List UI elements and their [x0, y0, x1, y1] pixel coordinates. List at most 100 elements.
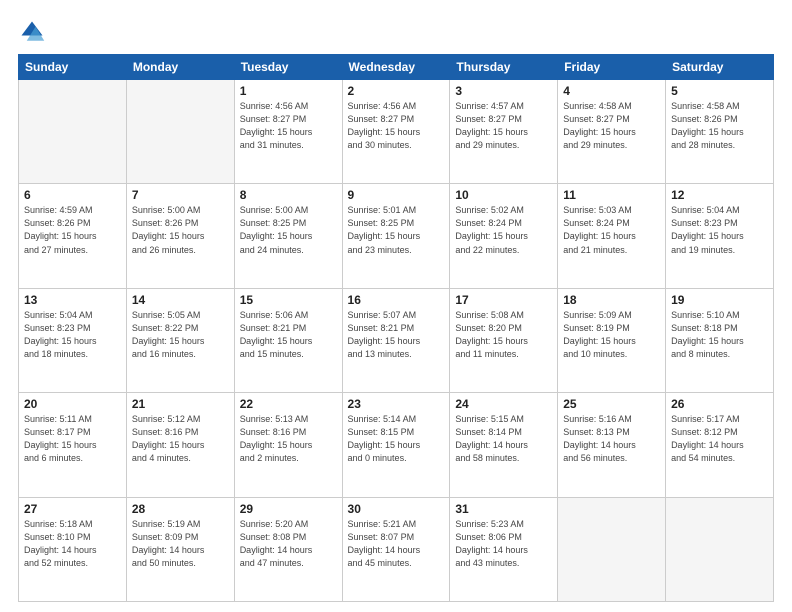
- day-number: 4: [563, 84, 660, 98]
- day-info: Sunrise: 5:01 AM Sunset: 8:25 PM Dayligh…: [348, 204, 445, 256]
- day-number: 10: [455, 188, 552, 202]
- day-info: Sunrise: 5:18 AM Sunset: 8:10 PM Dayligh…: [24, 518, 121, 570]
- day-number: 29: [240, 502, 337, 516]
- calendar-cell: 6 Sunrise: 4:59 AM Sunset: 8:26 PM Daylig…: [19, 184, 127, 288]
- day-number: 1: [240, 84, 337, 98]
- day-number: 14: [132, 293, 229, 307]
- day-number: 22: [240, 397, 337, 411]
- weekday-header-saturday: Saturday: [666, 55, 774, 80]
- day-info: Sunrise: 5:11 AM Sunset: 8:17 PM Dayligh…: [24, 413, 121, 465]
- calendar-cell: 7 Sunrise: 5:00 AM Sunset: 8:26 PM Daylig…: [126, 184, 234, 288]
- day-info: Sunrise: 5:04 AM Sunset: 8:23 PM Dayligh…: [671, 204, 768, 256]
- weekday-header-thursday: Thursday: [450, 55, 558, 80]
- day-number: 5: [671, 84, 768, 98]
- day-info: Sunrise: 5:05 AM Sunset: 8:22 PM Dayligh…: [132, 309, 229, 361]
- day-number: 11: [563, 188, 660, 202]
- calendar-cell: 21 Sunrise: 5:12 AM Sunset: 8:16 PM Dayli…: [126, 393, 234, 497]
- day-number: 15: [240, 293, 337, 307]
- day-number: 6: [24, 188, 121, 202]
- header: [18, 18, 774, 46]
- day-info: Sunrise: 5:00 AM Sunset: 8:26 PM Dayligh…: [132, 204, 229, 256]
- calendar-cell: 11 Sunrise: 5:03 AM Sunset: 8:24 PM Dayli…: [558, 184, 666, 288]
- day-number: 24: [455, 397, 552, 411]
- weekday-header-wednesday: Wednesday: [342, 55, 450, 80]
- weekday-header-monday: Monday: [126, 55, 234, 80]
- day-info: Sunrise: 4:57 AM Sunset: 8:27 PM Dayligh…: [455, 100, 552, 152]
- weekday-header-row: SundayMondayTuesdayWednesdayThursdayFrid…: [19, 55, 774, 80]
- day-info: Sunrise: 4:59 AM Sunset: 8:26 PM Dayligh…: [24, 204, 121, 256]
- day-number: 31: [455, 502, 552, 516]
- day-number: 16: [348, 293, 445, 307]
- day-number: 19: [671, 293, 768, 307]
- weekday-header-sunday: Sunday: [19, 55, 127, 80]
- day-info: Sunrise: 5:00 AM Sunset: 8:25 PM Dayligh…: [240, 204, 337, 256]
- day-info: Sunrise: 4:58 AM Sunset: 8:26 PM Dayligh…: [671, 100, 768, 152]
- day-number: 9: [348, 188, 445, 202]
- day-info: Sunrise: 5:10 AM Sunset: 8:18 PM Dayligh…: [671, 309, 768, 361]
- calendar-cell: 14 Sunrise: 5:05 AM Sunset: 8:22 PM Dayli…: [126, 288, 234, 392]
- weekday-header-tuesday: Tuesday: [234, 55, 342, 80]
- calendar-week-2: 6 Sunrise: 4:59 AM Sunset: 8:26 PM Daylig…: [19, 184, 774, 288]
- weekday-header-friday: Friday: [558, 55, 666, 80]
- calendar-week-1: 1 Sunrise: 4:56 AM Sunset: 8:27 PM Daylig…: [19, 80, 774, 184]
- day-number: 7: [132, 188, 229, 202]
- day-info: Sunrise: 5:06 AM Sunset: 8:21 PM Dayligh…: [240, 309, 337, 361]
- calendar-cell: 27 Sunrise: 5:18 AM Sunset: 8:10 PM Dayli…: [19, 497, 127, 601]
- day-number: 18: [563, 293, 660, 307]
- day-info: Sunrise: 5:07 AM Sunset: 8:21 PM Dayligh…: [348, 309, 445, 361]
- calendar-cell: 16 Sunrise: 5:07 AM Sunset: 8:21 PM Dayli…: [342, 288, 450, 392]
- day-info: Sunrise: 5:16 AM Sunset: 8:13 PM Dayligh…: [563, 413, 660, 465]
- calendar-cell: [19, 80, 127, 184]
- logo-icon: [18, 18, 46, 46]
- day-number: 17: [455, 293, 552, 307]
- day-info: Sunrise: 5:13 AM Sunset: 8:16 PM Dayligh…: [240, 413, 337, 465]
- calendar-cell: 12 Sunrise: 5:04 AM Sunset: 8:23 PM Dayli…: [666, 184, 774, 288]
- day-number: 28: [132, 502, 229, 516]
- calendar-cell: 20 Sunrise: 5:11 AM Sunset: 8:17 PM Dayli…: [19, 393, 127, 497]
- calendar-table: SundayMondayTuesdayWednesdayThursdayFrid…: [18, 54, 774, 602]
- calendar-cell: [666, 497, 774, 601]
- calendar-cell: 13Sunrise: 5:04 AM Sunset: 8:23 PM Dayli…: [19, 288, 127, 392]
- calendar-week-5: 27 Sunrise: 5:18 AM Sunset: 8:10 PM Dayli…: [19, 497, 774, 601]
- calendar-week-3: 13Sunrise: 5:04 AM Sunset: 8:23 PM Dayli…: [19, 288, 774, 392]
- day-number: 23: [348, 397, 445, 411]
- day-number: 13: [24, 293, 121, 307]
- calendar-cell: 1Sunrise: 4:56 AM Sunset: 8:27 PM Daylig…: [234, 80, 342, 184]
- calendar-week-4: 20 Sunrise: 5:11 AM Sunset: 8:17 PM Dayli…: [19, 393, 774, 497]
- day-info: Sunrise: 5:17 AM Sunset: 8:12 PM Dayligh…: [671, 413, 768, 465]
- calendar-cell: 15 Sunrise: 5:06 AM Sunset: 8:21 PM Dayli…: [234, 288, 342, 392]
- day-number: 8: [240, 188, 337, 202]
- day-info: Sunrise: 5:21 AM Sunset: 8:07 PM Dayligh…: [348, 518, 445, 570]
- day-number: 12: [671, 188, 768, 202]
- calendar-cell: 17Sunrise: 5:08 AM Sunset: 8:20 PM Dayli…: [450, 288, 558, 392]
- logo: [18, 18, 50, 46]
- calendar-cell: 29Sunrise: 5:20 AM Sunset: 8:08 PM Dayli…: [234, 497, 342, 601]
- calendar-cell: 18 Sunrise: 5:09 AM Sunset: 8:19 PM Dayli…: [558, 288, 666, 392]
- day-info: Sunrise: 5:12 AM Sunset: 8:16 PM Dayligh…: [132, 413, 229, 465]
- day-info: Sunrise: 5:09 AM Sunset: 8:19 PM Dayligh…: [563, 309, 660, 361]
- calendar-cell: 3Sunrise: 4:57 AM Sunset: 8:27 PM Daylig…: [450, 80, 558, 184]
- day-info: Sunrise: 4:56 AM Sunset: 8:27 PM Dayligh…: [348, 100, 445, 152]
- calendar-cell: 8 Sunrise: 5:00 AM Sunset: 8:25 PM Daylig…: [234, 184, 342, 288]
- day-info: Sunrise: 4:58 AM Sunset: 8:27 PM Dayligh…: [563, 100, 660, 152]
- day-number: 20: [24, 397, 121, 411]
- calendar-cell: 28Sunrise: 5:19 AM Sunset: 8:09 PM Dayli…: [126, 497, 234, 601]
- page: SundayMondayTuesdayWednesdayThursdayFrid…: [0, 0, 792, 612]
- calendar-cell: 31Sunrise: 5:23 AM Sunset: 8:06 PM Dayli…: [450, 497, 558, 601]
- calendar-cell: 2Sunrise: 4:56 AM Sunset: 8:27 PM Daylig…: [342, 80, 450, 184]
- day-number: 27: [24, 502, 121, 516]
- calendar-cell: [558, 497, 666, 601]
- day-info: Sunrise: 5:14 AM Sunset: 8:15 PM Dayligh…: [348, 413, 445, 465]
- calendar-cell: 30 Sunrise: 5:21 AM Sunset: 8:07 PM Dayli…: [342, 497, 450, 601]
- day-info: Sunrise: 5:03 AM Sunset: 8:24 PM Dayligh…: [563, 204, 660, 256]
- day-number: 30: [348, 502, 445, 516]
- calendar-cell: 9 Sunrise: 5:01 AM Sunset: 8:25 PM Daylig…: [342, 184, 450, 288]
- calendar-cell: 23 Sunrise: 5:14 AM Sunset: 8:15 PM Dayli…: [342, 393, 450, 497]
- calendar-cell: 5 Sunrise: 4:58 AM Sunset: 8:26 PM Daylig…: [666, 80, 774, 184]
- calendar-cell: 22 Sunrise: 5:13 AM Sunset: 8:16 PM Dayli…: [234, 393, 342, 497]
- day-info: Sunrise: 5:02 AM Sunset: 8:24 PM Dayligh…: [455, 204, 552, 256]
- day-number: 21: [132, 397, 229, 411]
- day-info: Sunrise: 5:15 AM Sunset: 8:14 PM Dayligh…: [455, 413, 552, 465]
- day-number: 26: [671, 397, 768, 411]
- calendar-cell: 10 Sunrise: 5:02 AM Sunset: 8:24 PM Dayli…: [450, 184, 558, 288]
